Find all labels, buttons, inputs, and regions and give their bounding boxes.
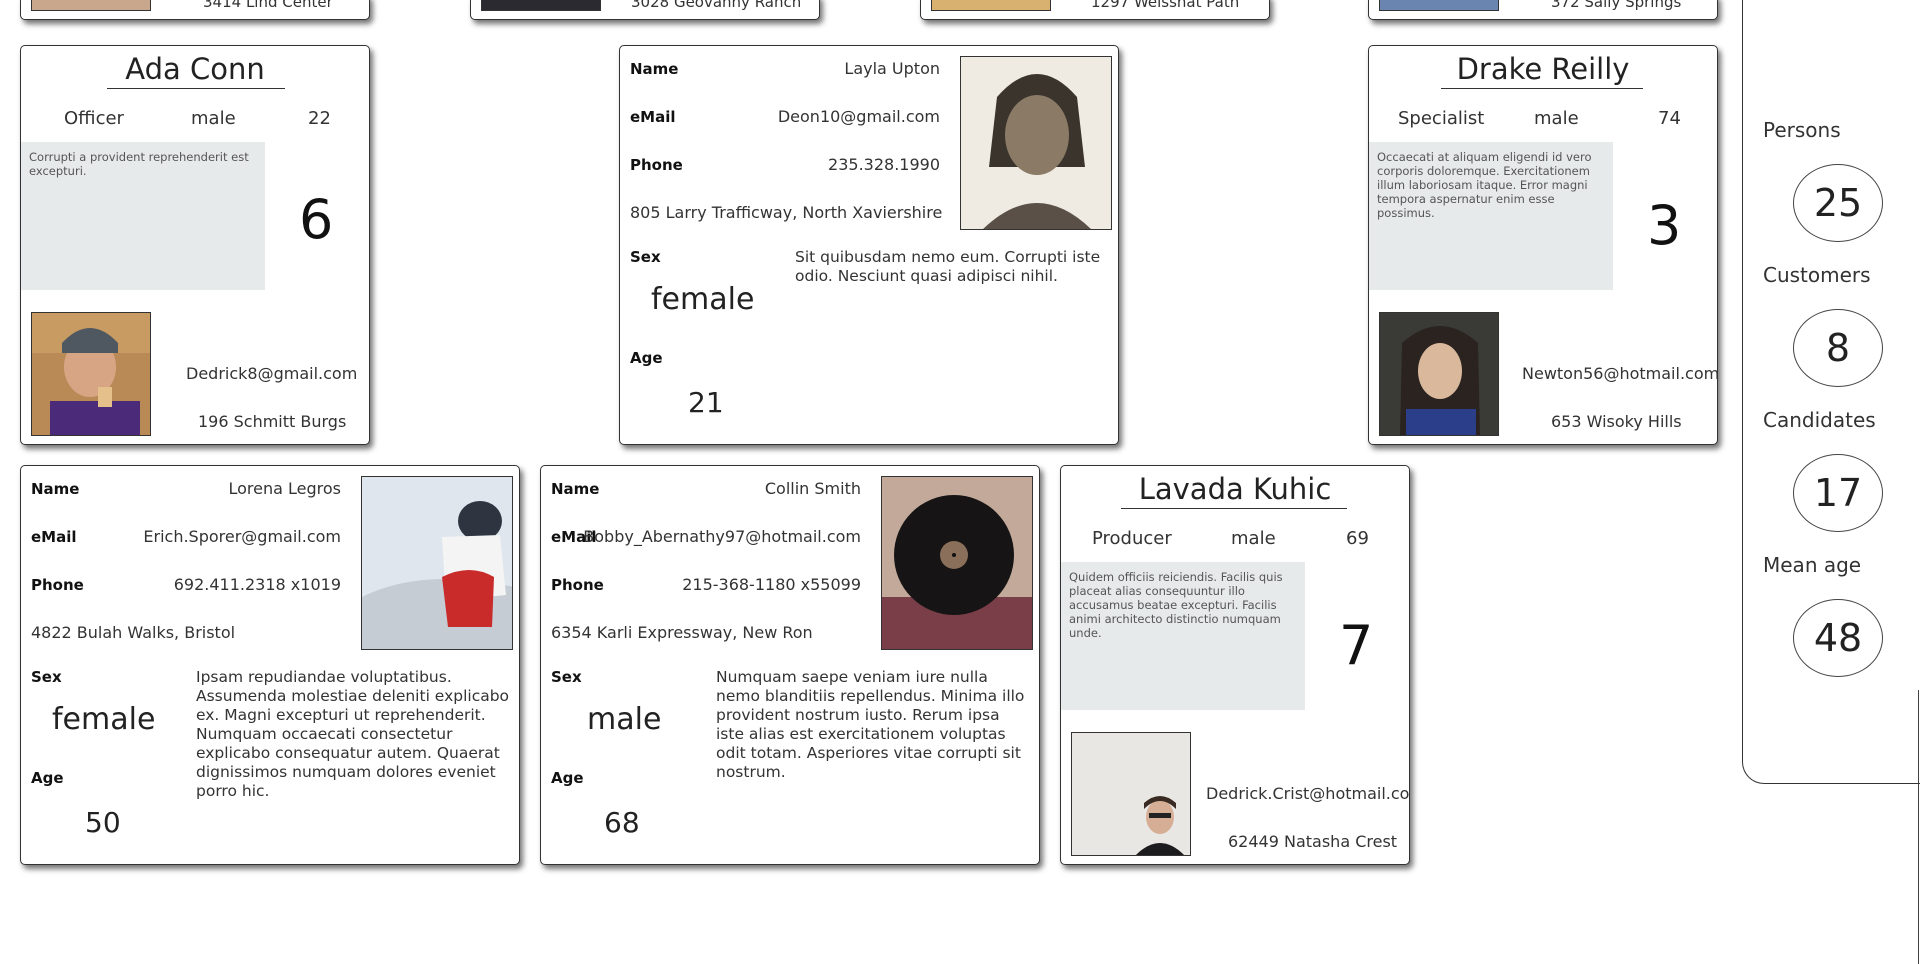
age-label: Age [551,769,584,787]
stat-label-candidates: Candidates [1763,408,1876,432]
email-label: eMail [31,528,77,546]
stat-value-customers: 8 [1793,309,1883,387]
person-email: Dedrick8@gmail.com [186,364,358,383]
address-value: 805 Larry Trafficway, North Xaviershire [630,203,943,222]
age-label: Age [31,769,64,787]
avatar [931,0,1051,11]
person-description: Numquam saepe veniam iure nulla nemo bla… [716,668,1025,781]
person-role: Specialist [1398,108,1485,129]
phone-label: Phone [551,576,604,594]
person-card-ada-conn[interactable]: Ada Conn Officer male 22 Corrupti a prov… [20,45,370,445]
person-photo [361,476,513,650]
avatar [31,0,151,11]
person-age: 69 [1346,528,1369,549]
person-role: Officer [64,108,124,129]
person-description: Quidem officiis reiciendis. Facilis quis… [1061,562,1305,710]
name-label: Name [630,60,679,78]
avatar [481,0,601,11]
stat-label-persons: Persons [1763,118,1841,142]
address-value: 4822 Bulah Walks, Bristol [31,623,236,642]
person-photo [960,56,1112,230]
person-address: 196 Schmitt Burgs [198,412,347,431]
address-text: 1297 Weissnat Path [1091,0,1240,11]
person-sex: male [191,108,236,129]
email-value: Bobby_Abernathy97@hotmail.com [583,527,861,546]
person-photo [881,476,1033,650]
email-value: Deon10@gmail.com [777,107,940,126]
stat-value-persons: 25 [1793,164,1883,242]
person-card-partial: 372 Sally Springs [1368,0,1718,20]
person-description: Ipsam repudiandae voluptatibus. Assumend… [196,668,510,800]
person-description: Occaecati at aliquam eligendi id vero co… [1369,142,1613,290]
sex-label: Sex [630,248,661,266]
address-value: 6354 Karli Expressway, New Ron [551,623,813,642]
name-underline [107,88,285,89]
sex-value: female [52,702,156,737]
person-card-partial: 1297 Weissnat Path [920,0,1270,20]
stat-label-mean-age: Mean age [1763,553,1862,577]
name-underline [1441,88,1643,89]
avatar [1379,0,1499,11]
person-name: Lavada Kuhic [1138,472,1332,506]
sex-value: male [587,702,662,737]
age-value: 21 [688,386,724,419]
name-value: Lorena Legros [228,479,341,498]
email-value: Erich.Sporer@gmail.com [143,527,341,546]
person-card-lavada-kuhic[interactable]: Lavada Kuhic Producer male 69 Quidem off… [1060,465,1410,865]
stat-label-customers: Customers [1763,263,1871,287]
person-photo [1071,732,1191,856]
phone-value: 235.328.1990 [828,155,940,174]
person-age: 22 [308,108,331,129]
name-value: Collin Smith [764,479,861,498]
person-card-collin-smith[interactable]: Name Collin Smith eMail Bobby_Abernathy9… [540,465,1040,865]
person-email: Newton56@hotmail.com [1522,364,1718,383]
phone-label: Phone [31,576,84,594]
phone-value: 215-368-1180 x55099 [682,575,861,594]
person-number: 6 [299,188,334,251]
person-number: 7 [1339,614,1374,677]
person-card-lorena-legros[interactable]: Name Lorena Legros eMail Erich.Sporer@gm… [20,465,520,865]
person-photo [1379,312,1499,436]
phone-value: 692.411.2318 x1019 [173,575,341,594]
person-address: 62449 Natasha Crest [1228,832,1398,851]
sex-label: Sex [31,668,62,686]
sex-label: Sex [551,668,582,686]
person-card-partial: 3028 Geovanny Ranch [470,0,820,20]
person-sex: male [1231,528,1276,549]
name-label: Name [31,480,80,498]
person-number: 3 [1647,194,1682,257]
person-age: 74 [1658,108,1681,129]
person-photo [31,312,151,436]
address-text: 3414 Lind Center [203,0,333,11]
address-text: 372 Sally Springs [1551,0,1682,11]
person-name: Ada Conn [125,52,265,86]
age-value: 50 [85,806,121,839]
person-name: Drake Reilly [1456,52,1630,86]
email-label: eMail [630,108,676,126]
address-text: 3028 Geovanny Ranch [631,0,802,11]
person-card-drake-reilly[interactable]: Drake Reilly Specialist male 74 Occaecat… [1368,45,1718,445]
scrollbar-track[interactable] [1918,690,1919,964]
name-value: Layla Upton [844,59,940,78]
person-card-partial: 3414 Lind Center [20,0,370,20]
stat-value-mean-age: 48 [1793,599,1883,677]
person-description: Corrupti a provident reprehenderit est e… [21,142,265,290]
person-role: Producer [1092,528,1172,549]
person-description: Sit quibusdam nemo eum. Corrupti iste od… [795,248,1101,285]
name-underline [1121,508,1347,509]
person-card-layla-upton[interactable]: Name Layla Upton eMail Deon10@gmail.com … [619,45,1119,445]
stat-value-candidates: 17 [1793,454,1883,532]
phone-label: Phone [630,156,683,174]
person-email: Dedrick.Crist@hotmail.com [1206,784,1410,803]
sex-value: female [651,282,755,317]
age-value: 68 [604,806,640,839]
name-label: Name [551,480,600,498]
person-address: 653 Wisoky Hills [1551,412,1682,431]
age-label: Age [630,349,663,367]
person-sex: male [1534,108,1579,129]
